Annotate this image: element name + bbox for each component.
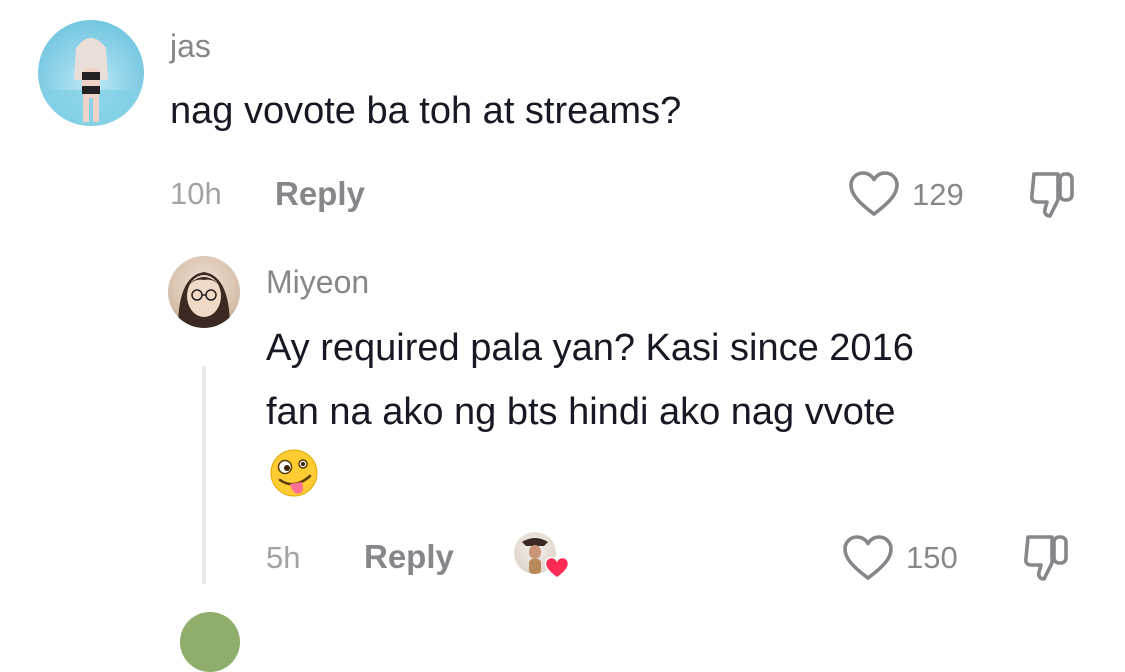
avatar-image [38, 38, 144, 126]
avatar-next-comment[interactable] [180, 612, 240, 672]
thumbs-down-icon[interactable] [1022, 533, 1070, 583]
reply-text-line-2: fan na ako ng bts hindi ako nag vvote [266, 391, 896, 433]
avatar-jas[interactable] [38, 20, 144, 126]
avatar-image [178, 272, 230, 328]
reply-like-count: 150 [906, 540, 958, 575]
avatar-miyeon[interactable] [168, 256, 240, 328]
comment-timestamp: 10h [170, 176, 222, 211]
reply-text-line-1: Ay required pala yan? Kasi since 2016 [266, 327, 914, 369]
reply-timestamp: 5h [266, 540, 301, 575]
reply-username[interactable]: Miyeon [266, 266, 369, 298]
comment-text: nag vovote ba toh at streams? [170, 90, 682, 132]
comment-like-count: 129 [912, 177, 964, 212]
thumbs-down-icon[interactable] [1028, 170, 1076, 220]
comment-reply-button[interactable]: Reply [275, 177, 365, 210]
reply-reply-button[interactable]: Reply [364, 540, 454, 573]
comment-username[interactable]: jas [170, 30, 211, 62]
heart-filled-icon [544, 556, 570, 580]
zany-face-emoji [268, 448, 322, 500]
thread-line [202, 366, 206, 584]
heart-outline-icon[interactable] [842, 534, 894, 582]
heart-outline-icon[interactable] [848, 170, 900, 218]
